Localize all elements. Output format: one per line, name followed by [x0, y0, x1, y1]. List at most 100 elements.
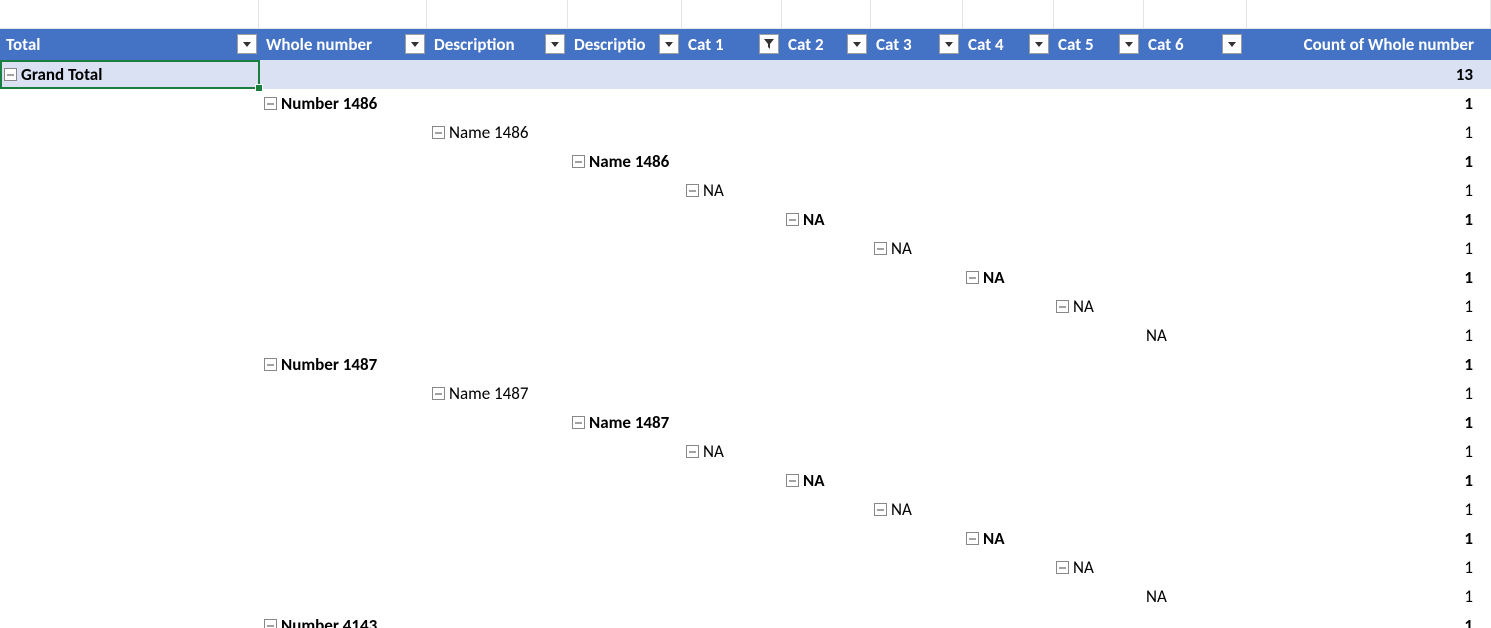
count-cell[interactable]: 1 [1245, 553, 1481, 582]
cell-cat5[interactable]: NA [1052, 553, 1142, 582]
cell-whole[interactable]: Number 1486 [260, 89, 428, 118]
cell-cat3[interactable] [870, 524, 962, 553]
cell-desc1[interactable]: Name 1487 [428, 379, 568, 408]
cell-cat6[interactable] [1142, 611, 1245, 628]
cell-whole[interactable] [260, 437, 428, 466]
cell-cat1[interactable] [682, 321, 782, 350]
cell-total[interactable] [0, 292, 260, 321]
count-cell[interactable]: 1 [1245, 118, 1481, 147]
cell-cat2[interactable] [782, 437, 870, 466]
count-cell[interactable]: 1 [1245, 437, 1481, 466]
cell-whole[interactable] [260, 60, 428, 89]
cell-whole[interactable] [260, 408, 428, 437]
cell-cat3[interactable] [870, 582, 962, 611]
collapse-icon[interactable] [966, 271, 979, 284]
cell-cat4[interactable] [962, 292, 1052, 321]
cell-whole[interactable] [260, 176, 428, 205]
count-cell[interactable]: 1 [1245, 379, 1481, 408]
filter-dropdown-icon[interactable] [847, 34, 867, 54]
cell-total[interactable] [0, 234, 260, 263]
cell-cat5[interactable] [1052, 408, 1142, 437]
cell-desc2[interactable] [568, 292, 682, 321]
cell-cat5[interactable] [1052, 176, 1142, 205]
count-cell[interactable]: 1 [1245, 205, 1481, 234]
filter-dropdown-icon[interactable] [1119, 34, 1139, 54]
cell-desc1[interactable] [428, 495, 568, 524]
cell-cat4[interactable] [962, 495, 1052, 524]
cell-cat4[interactable] [962, 147, 1052, 176]
cell-cat3[interactable] [870, 408, 962, 437]
cell-cat5[interactable] [1052, 437, 1142, 466]
cell-cat5[interactable] [1052, 495, 1142, 524]
cell-cat6[interactable]: NA [1142, 582, 1245, 611]
collapse-icon[interactable] [966, 532, 979, 545]
cell-cat1[interactable] [682, 408, 782, 437]
cell-desc2[interactable] [568, 350, 682, 379]
cell-desc2[interactable] [568, 263, 682, 292]
cell-cat4[interactable] [962, 350, 1052, 379]
cell-cat1[interactable] [682, 466, 782, 495]
cell-cat4[interactable] [962, 176, 1052, 205]
cell-cat4[interactable]: NA [962, 524, 1052, 553]
cell-cat1[interactable] [682, 582, 782, 611]
cell-desc2[interactable]: Name 1487 [568, 408, 682, 437]
collapse-icon[interactable] [432, 387, 445, 400]
cell-desc2[interactable] [568, 234, 682, 263]
cell-whole[interactable] [260, 379, 428, 408]
cell-cat2[interactable] [782, 350, 870, 379]
cell-desc1[interactable] [428, 234, 568, 263]
collapse-icon[interactable] [432, 126, 445, 139]
cell-cat4[interactable] [962, 89, 1052, 118]
cell-cat3[interactable] [870, 205, 962, 234]
collapse-icon[interactable] [4, 68, 17, 81]
cell-cat2[interactable]: NA [782, 205, 870, 234]
cell-total[interactable] [0, 495, 260, 524]
cell-cat1[interactable] [682, 147, 782, 176]
collapse-icon[interactable] [1056, 561, 1069, 574]
cell-cat5[interactable] [1052, 466, 1142, 495]
cell-cat2[interactable] [782, 611, 870, 628]
cell-cat3[interactable] [870, 466, 962, 495]
cell-desc2[interactable] [568, 524, 682, 553]
cell-cat1[interactable] [682, 611, 782, 628]
cell-cat3[interactable] [870, 147, 962, 176]
cell-cat1[interactable]: NA [682, 176, 782, 205]
cell-cat3[interactable] [870, 553, 962, 582]
filter-dropdown-icon[interactable] [405, 34, 425, 54]
cell-cat6[interactable] [1142, 466, 1245, 495]
cell-desc2[interactable] [568, 205, 682, 234]
cell-cat6[interactable] [1142, 408, 1245, 437]
column-header-cat2[interactable]: Cat 2 [782, 30, 870, 59]
cell-cat6[interactable] [1142, 263, 1245, 292]
column-header-cat4[interactable]: Cat 4 [962, 30, 1052, 59]
cell-cat4[interactable] [962, 553, 1052, 582]
cell-cat6[interactable] [1142, 176, 1245, 205]
cell-cat5[interactable] [1052, 321, 1142, 350]
column-header-cat3[interactable]: Cat 3 [870, 30, 962, 59]
cell-desc1[interactable]: Name 1486 [428, 118, 568, 147]
cell-total[interactable] [0, 379, 260, 408]
count-cell[interactable]: 1 [1245, 176, 1481, 205]
cell-cat3[interactable]: NA [870, 495, 962, 524]
cell-desc1[interactable] [428, 408, 568, 437]
cell-cat1[interactable] [682, 60, 782, 89]
cell-cat5[interactable] [1052, 611, 1142, 628]
cell-desc2[interactable] [568, 118, 682, 147]
cell-cat3[interactable] [870, 379, 962, 408]
cell-cat2[interactable] [782, 234, 870, 263]
cell-cat1[interactable] [682, 524, 782, 553]
cell-cat4[interactable] [962, 379, 1052, 408]
cell-cat2[interactable] [782, 495, 870, 524]
cell-cat1[interactable] [682, 205, 782, 234]
cell-desc2[interactable] [568, 466, 682, 495]
cell-cat1[interactable] [682, 553, 782, 582]
cell-total[interactable] [0, 89, 260, 118]
cell-whole[interactable] [260, 263, 428, 292]
collapse-icon[interactable] [874, 503, 887, 516]
cell-cat6[interactable] [1142, 292, 1245, 321]
cell-cat4[interactable] [962, 118, 1052, 147]
cell-cat4[interactable] [962, 582, 1052, 611]
cell-cat4[interactable] [962, 437, 1052, 466]
cell-cat5[interactable] [1052, 60, 1142, 89]
filter-dropdown-icon[interactable] [1222, 34, 1242, 54]
